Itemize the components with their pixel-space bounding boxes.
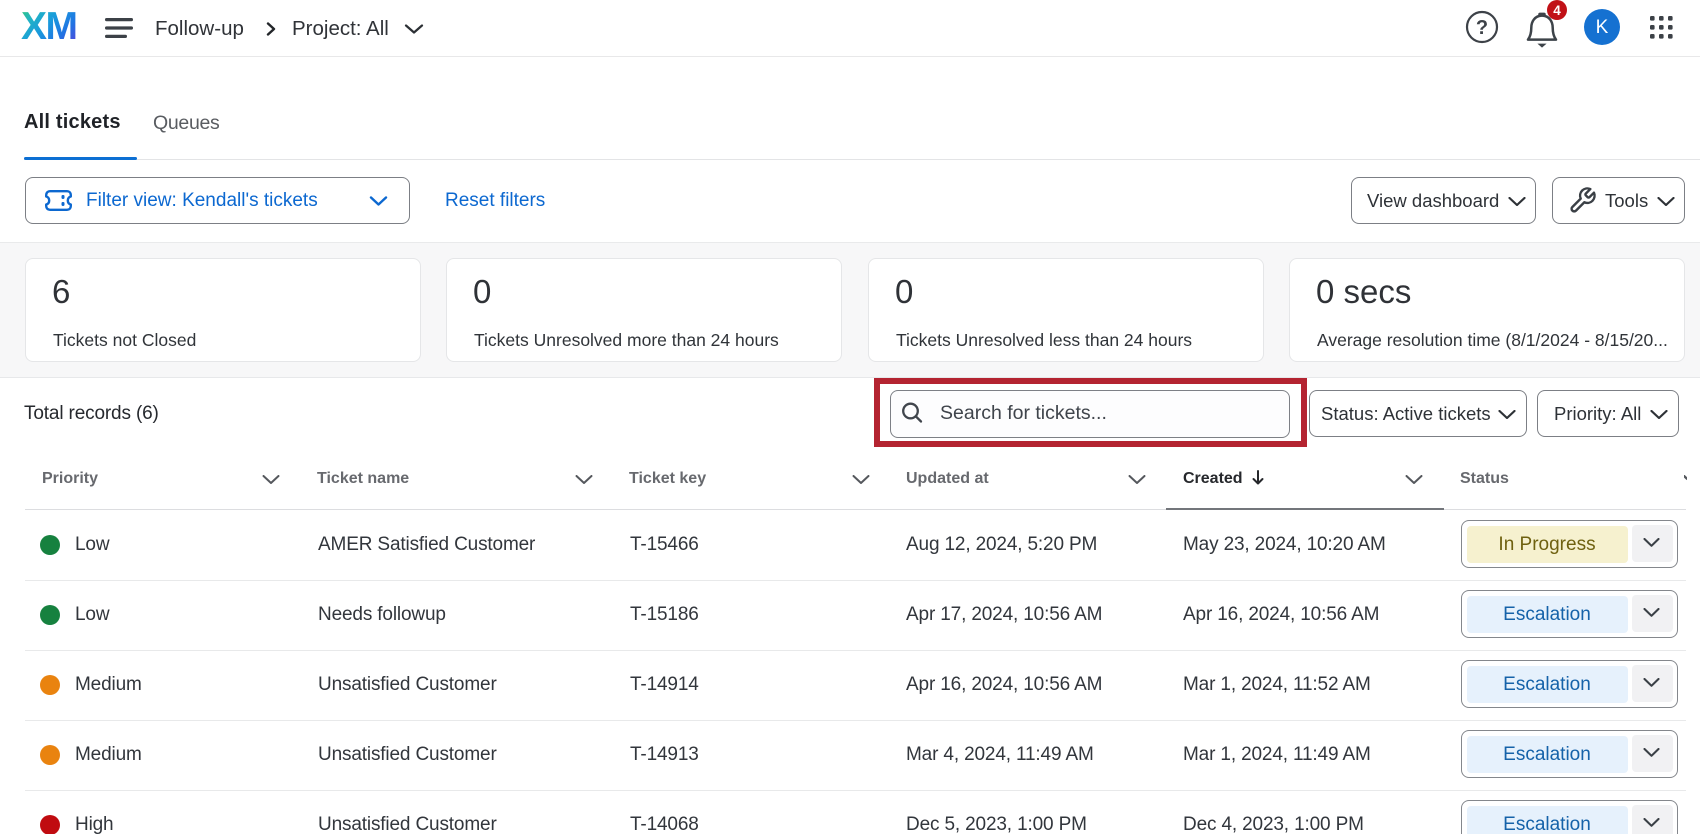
svg-text:?: ? [1476, 17, 1488, 39]
